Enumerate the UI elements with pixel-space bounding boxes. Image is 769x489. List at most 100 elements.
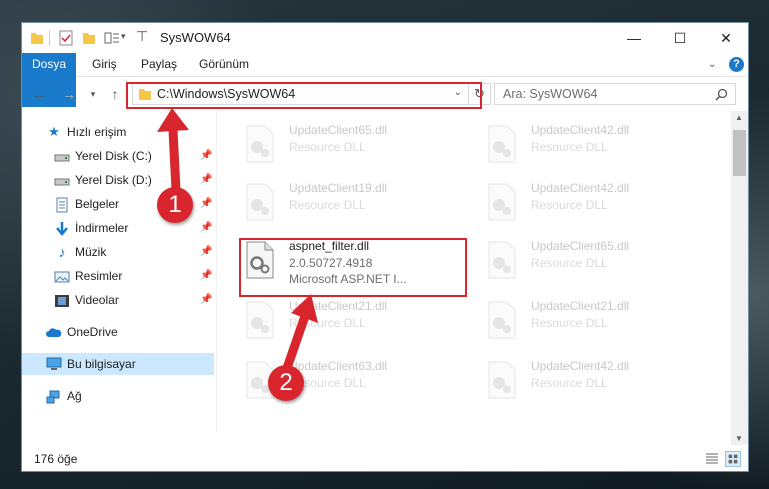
pin-icon[interactable]: 📌 [200,294,212,305]
file-name: UpdateClient42.dll [531,181,630,195]
tab-home[interactable]: Giriş [92,53,117,76]
customize-dropdown-icon[interactable]: ▾ [121,31,126,47]
scrollbar-thumb[interactable] [733,130,746,176]
dll-file-icon [488,361,516,399]
file-item[interactable]: UpdateClient42.dll Resource DLL [479,119,705,173]
file-item[interactable]: UpdateClient42.dll Resource DLL [479,355,705,409]
tab-share[interactable]: Paylaş [141,53,177,76]
forward-arrow-icon[interactable]: → [60,85,78,103]
sidebar-item-videos[interactable]: Videolar 📌 [22,289,214,311]
documents-icon [56,197,68,213]
sidebar-item-label: Yerel Disk (D:) [75,173,152,187]
drive-icon [54,154,70,162]
dll-file-icon [246,301,274,339]
file-name: UpdateClient63.dll [289,359,388,373]
properties-icon[interactable] [58,30,74,46]
file-type: Resource DLL [531,140,608,154]
ribbon-tabs: Dosya Giriş Paylaş Görünüm ⌄ ? [22,53,748,107]
file-item[interactable]: UpdateClient65.dll Resource DLL [479,235,705,289]
pin-icon[interactable]: 📌 [200,150,212,161]
sidebar-item-downloads[interactable]: İndirmeler 📌 [22,217,214,239]
title-bar: ▾ ⊤ SysWOW64 — ☐ ✕ [22,23,748,53]
back-arrow-icon[interactable]: ← [30,85,48,103]
file-type: Resource DLL [289,198,366,212]
file-highlight [239,238,467,297]
sidebar-item-pictures[interactable]: Resimler 📌 [22,265,214,287]
file-name: UpdateClient42.dll [531,123,630,137]
file-item[interactable]: UpdateClient19.dll Resource DLL [237,177,463,231]
computer-icon [46,357,62,370]
pin-icon[interactable]: 📌 [200,222,212,233]
sidebar-item-label: OneDrive [67,325,118,339]
folder-icon [31,33,43,44]
cloud-icon [46,328,62,337]
sidebar-item-quick-access[interactable]: ★ Hızlı erişim [22,121,214,143]
scroll-down-icon[interactable]: ▼ [735,434,743,443]
downloads-icon [56,222,68,236]
file-name: UpdateClient21.dll [531,299,630,313]
file-type: Resource DLL [289,316,366,330]
separator [49,30,50,46]
window-title: SysWOW64 [160,30,231,45]
sidebar-item-onedrive[interactable]: OneDrive [22,321,214,343]
pin-icon[interactable]: 📌 [200,270,212,281]
pin-icon[interactable]: 📌 [200,174,212,185]
up-arrow-icon[interactable]: ↑ [106,85,124,103]
sidebar-item-label: İndirmeler [75,221,129,235]
search-box[interactable]: Ara: SysWOW64 [494,83,736,105]
recent-locations-icon[interactable]: ▾ [84,85,102,103]
expand-ribbon-icon[interactable]: ⌄ [708,53,716,76]
file-item[interactable]: UpdateClient21.dll Resource DLL [479,295,705,349]
step-2-badge: 2 [268,365,304,401]
sidebar-item-label: Resimler [75,269,123,283]
scroll-up-icon[interactable]: ▲ [735,113,743,122]
pin-icon[interactable]: 📌 [200,198,212,209]
new-folder-icon[interactable] [82,30,96,46]
sidebar-item-disk-d[interactable]: Yerel Disk (D:) 📌 [22,169,214,191]
view-icon[interactable] [104,30,120,46]
file-item[interactable]: UpdateClient42.dll Resource DLL [479,177,705,231]
close-button[interactable]: ✕ [703,23,749,53]
large-icons-view-icon[interactable] [725,451,741,467]
tab-view[interactable]: Görünüm [199,53,249,76]
file-type: Resource DLL [531,316,608,330]
sidebar-item-label: Müzik [75,245,107,259]
file-type: Resource DLL [289,140,366,154]
star-icon: ★ [48,124,60,139]
help-icon[interactable]: ? [729,57,744,72]
pictures-icon [54,271,70,283]
item-count: 176 öğe [34,452,78,466]
dll-file-icon [488,125,516,163]
pin-icon[interactable]: 📌 [200,246,212,257]
maximize-button[interactable]: ☐ [657,23,703,53]
file-item[interactable]: UpdateClient21.dll Resource DLL [237,295,463,349]
status-bar: 176 öğe [22,446,748,472]
drive-icon [54,178,70,186]
details-view-icon[interactable] [705,452,719,466]
step-1-badge: 1 [157,187,193,223]
sidebar-item-disk-c[interactable]: Yerel Disk (C:) 📌 [22,145,214,167]
dll-file-icon [246,125,274,163]
search-placeholder: Ara: SysWOW64 [503,87,598,101]
sidebar-item-network[interactable]: Ağ [22,385,214,407]
file-type: Resource DLL [531,198,608,212]
navigation-pane: ★ Hızlı erişim Yerel Disk (C:) 📌 Yerel D… [22,111,217,431]
minimize-button[interactable]: — [611,23,657,53]
sidebar-item-label: Bu bilgisayar [67,357,136,371]
network-icon [46,390,60,404]
file-type: Resource DLL [531,256,608,270]
file-item[interactable]: UpdateClient65.dll Resource DLL [237,119,463,173]
sidebar-item-label: Yerel Disk (C:) [75,149,152,163]
sidebar-item-music[interactable]: ♪ Müzik 📌 [22,241,214,263]
dll-file-icon [488,241,516,279]
file-name: UpdateClient21.dll [289,299,388,313]
videos-icon [55,295,69,307]
sidebar-item-label: Ağ [67,389,82,403]
pin-toolbar-icon[interactable]: ⊤ [136,28,148,44]
file-name: UpdateClient42.dll [531,359,630,373]
sidebar-item-label: Belgeler [75,197,120,211]
vertical-scrollbar[interactable]: ▲ ▼ [731,111,748,445]
dll-file-icon [488,183,516,221]
sidebar-item-this-pc[interactable]: Bu bilgisayar [22,353,214,375]
address-bar-highlight [126,82,482,109]
